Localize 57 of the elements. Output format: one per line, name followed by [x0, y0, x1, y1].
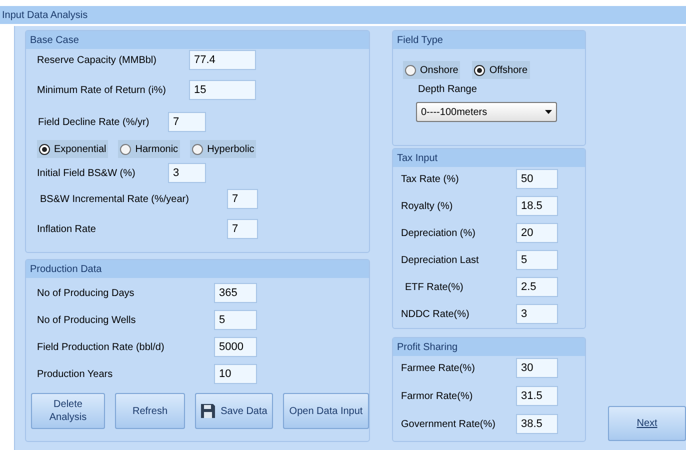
input-field[interactable]: 77.4 — [189, 50, 256, 70]
group-title: Field Type — [397, 34, 443, 48]
group-title: Base Case — [30, 34, 79, 48]
field-label: Inflation Rate — [37, 222, 97, 236]
field-label: ETF Rate(%) — [404, 280, 464, 294]
next-button[interactable]: Next — [608, 406, 686, 441]
field-label: No of Producing Days — [37, 286, 136, 300]
field-label: Farmor Rate(%) — [401, 390, 474, 404]
field-label: Royalty (%) — [401, 200, 454, 214]
input-field[interactable]: 38.5 — [516, 414, 558, 434]
radio-button[interactable] — [39, 144, 50, 154]
input-field[interactable]: 30 — [516, 358, 558, 378]
group-title: Tax Input — [397, 152, 438, 166]
radio-button[interactable] — [474, 64, 486, 76]
input-field[interactable]: 15 — [189, 80, 256, 100]
input-field[interactable]: 31.5 — [516, 386, 558, 406]
action-button[interactable]: Refresh — [115, 393, 185, 429]
field-label: Farmee Rate(%) — [401, 362, 476, 376]
group-title: Production Data — [30, 262, 102, 276]
input-field[interactable]: 3 — [516, 304, 558, 324]
input-field[interactable]: 50 — [516, 169, 558, 189]
field-label: Government Rate(%) — [401, 418, 496, 432]
group-title: Profit Sharing — [397, 340, 458, 354]
field-label: Depth Range — [418, 83, 477, 97]
action-button[interactable]: Delete Analysis — [31, 393, 105, 429]
field-label: BS&W Incremental Rate (%/year) — [39, 192, 190, 206]
field-label: Reserve Capacity (MMBbl) — [37, 54, 158, 68]
input-field[interactable]: 7 — [168, 112, 206, 132]
action-button[interactable]: Open Data Input — [283, 393, 369, 429]
input-field[interactable]: 5000 — [214, 337, 257, 357]
input-field[interactable]: 7 — [227, 189, 258, 209]
input-field[interactable]: 10 — [214, 364, 257, 384]
field-label: Field Decline Rate (%/yr) — [37, 116, 150, 130]
window-title: Input Data Analysis — [2, 8, 88, 22]
caret-icon — [545, 110, 552, 114]
action-button[interactable]: Save Data — [195, 393, 273, 429]
input-field[interactable]: 3 — [168, 163, 206, 183]
radio-button[interactable] — [405, 64, 416, 76]
field-label: Depreciation Last — [401, 254, 480, 268]
input-field[interactable]: 2.5 — [516, 277, 558, 297]
field-label: Production Years — [37, 368, 114, 382]
field-label: Field Production Rate (bbl/d) — [37, 340, 166, 354]
input-field[interactable]: 5 — [516, 250, 558, 270]
field-label: Initial Field BS&W (%) — [37, 166, 136, 180]
radio-button[interactable] — [192, 144, 204, 154]
input-field[interactable]: 18.5 — [516, 196, 558, 216]
field-label: No of Producing Wells — [37, 314, 137, 328]
input-field[interactable]: 365 — [214, 283, 257, 303]
field-label: Minimum Rate of Return (i%) — [37, 84, 167, 98]
input-field[interactable]: 7 — [227, 219, 258, 239]
input-field[interactable]: 20 — [516, 223, 558, 243]
input-field[interactable]: 5 — [214, 310, 257, 330]
depth-range-dropdown[interactable]: 0----100meters — [416, 102, 557, 122]
field-label: Depreciation (%) — [401, 226, 476, 240]
radio-button[interactable] — [120, 144, 132, 154]
field-label: NDDC Rate(%) — [401, 308, 470, 322]
field-label: Tax Rate (%) — [401, 172, 460, 186]
